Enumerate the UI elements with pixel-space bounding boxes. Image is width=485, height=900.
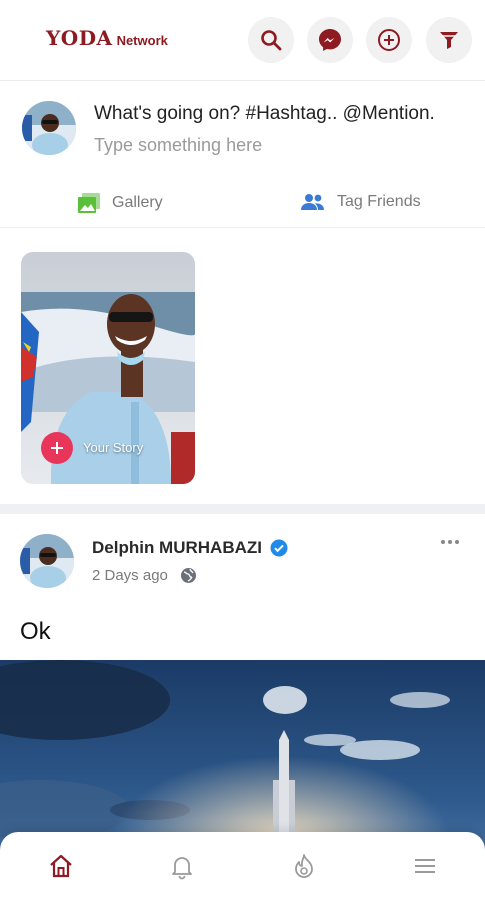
messenger-icon <box>319 29 341 51</box>
your-story-label: Your Story <box>83 440 144 455</box>
hamburger-menu-icon <box>415 859 435 873</box>
tag-friends-button[interactable]: Tag Friends <box>301 193 421 211</box>
post-author[interactable]: Delphin MURHABAZI <box>92 538 288 558</box>
your-story-card[interactable]: Your Story <box>21 252 195 484</box>
avatar-photo <box>20 534 74 588</box>
gallery-icon <box>78 193 100 213</box>
plus-circle-icon <box>378 29 400 51</box>
bell-icon <box>172 857 192 880</box>
post-author-avatar[interactable] <box>20 534 74 588</box>
user-avatar[interactable] <box>22 101 76 155</box>
post-meta: 2 Days ago <box>92 567 197 584</box>
logo-main: YODA <box>46 26 113 50</box>
nav-home[interactable] <box>45 850 77 882</box>
filter-icon <box>440 32 458 49</box>
avatar-photo <box>22 101 76 155</box>
dot-icon <box>455 540 459 544</box>
tag-friends-label: Tag Friends <box>337 193 421 210</box>
post-composer: What's going on? #Hashtag.. @Mention. Ty… <box>0 80 485 227</box>
nav-trending[interactable] <box>288 850 320 882</box>
gallery-label: Gallery <box>112 194 163 211</box>
gallery-button[interactable]: Gallery <box>78 193 163 213</box>
nav-notifications[interactable] <box>166 850 198 882</box>
bottom-navigation <box>0 832 485 900</box>
post-text: Ok <box>20 618 51 645</box>
nav-menu[interactable] <box>409 850 441 882</box>
flame-icon <box>295 854 313 878</box>
post-options-button[interactable] <box>441 540 459 544</box>
verified-badge-icon <box>270 539 288 557</box>
logo-sub: Network <box>116 33 168 48</box>
top-bar: YODA Network <box>0 0 485 80</box>
people-icon <box>301 194 324 210</box>
plus-icon <box>51 442 63 454</box>
composer-input-placeholder[interactable]: Type something here <box>94 135 262 156</box>
filter-button[interactable] <box>426 17 472 63</box>
post-timestamp[interactable]: 2 Days ago <box>92 567 168 584</box>
search-icon <box>261 30 282 51</box>
app-logo[interactable]: YODA Network <box>46 26 168 50</box>
stories-section: Your Story <box>0 228 485 504</box>
search-button[interactable] <box>248 17 294 63</box>
messenger-button[interactable] <box>307 17 353 63</box>
create-post-button[interactable] <box>366 17 412 63</box>
home-icon <box>50 854 72 878</box>
add-story-button[interactable] <box>41 432 73 464</box>
composer-prompt[interactable]: What's going on? #Hashtag.. @Mention. <box>94 103 435 125</box>
dot-icon <box>441 540 445 544</box>
dot-icon <box>448 540 452 544</box>
post-author-name[interactable]: Delphin MURHABAZI <box>92 538 262 558</box>
globe-icon <box>180 568 196 583</box>
